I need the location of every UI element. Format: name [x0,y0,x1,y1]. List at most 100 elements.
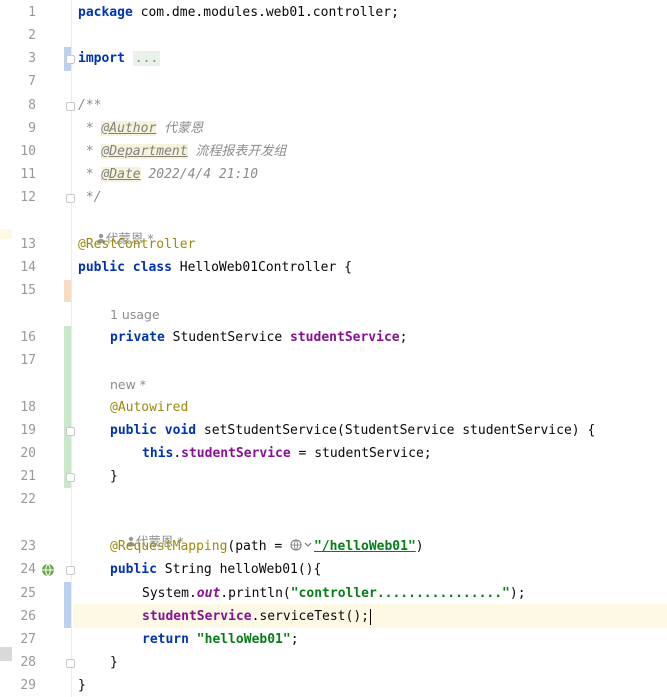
line-number: 22 [20,492,36,507]
doc-tag: @Date [101,167,141,182]
line-number: 27 [20,632,36,647]
code-line[interactable]: System.out.println("controller..........… [142,583,667,605]
punctuation: ); [509,586,526,601]
package-name: com.dme.modules.web01.controller; [132,5,399,20]
fold-icon[interactable] [66,55,75,64]
code-line[interactable]: /** [78,95,667,117]
keyword: private [110,330,165,345]
method-call: .println( [220,586,291,601]
code-line[interactable]: public String helloWeb01(){ [110,559,667,581]
class-ref: System. [142,586,197,601]
annotation: @RestController [78,237,196,252]
line-number: 15 [20,283,36,298]
keyword: public [78,260,125,275]
line-number: 7 [28,74,36,89]
type-name: StudentService [164,330,291,345]
code-editor[interactable]: 1 2 3 7 8 9 10 11 12 13 14 15 16 17 18 1… [0,0,667,697]
vcs-modified-marker[interactable] [64,582,71,628]
string-literal[interactable]: "/helloWeb01" [314,539,416,554]
line-number: 11 [20,167,36,182]
brace: } [78,678,86,693]
line-number: 12 [20,190,36,205]
code-line[interactable]: @RestController [78,234,667,256]
string-literal: "helloWeb01" [188,632,291,647]
method-signature: setStudentService(StudentService student… [196,423,596,438]
text-cursor [369,608,371,625]
code-line[interactable]: import ... [78,48,667,70]
line-number: 23 [20,539,36,554]
punctuation: ; [290,632,299,647]
edge-marker [0,647,12,661]
fold-icon[interactable] [66,659,75,668]
line-number: 18 [20,400,36,415]
line-number: 13 [20,237,36,252]
keyword: class [124,260,172,275]
code-line[interactable]: private StudentService studentService; [110,327,667,349]
code-line[interactable]: * @Author 代蒙恩 [78,118,667,140]
code-line[interactable]: studentService.serviceTest(); [142,606,667,628]
fold-icon[interactable] [66,194,75,203]
method-call: .serviceTest(); [251,609,369,624]
doc-tag: @Department [101,144,188,159]
doc-comment: * [78,167,102,182]
line-number: 8 [28,98,36,113]
keyword: public [110,423,157,438]
globe-dropdown-icon[interactable] [290,539,314,551]
line-number: 10 [20,144,36,159]
line-number: 19 [20,423,36,438]
code-line[interactable]: package com.dme.modules.web01.controller… [78,2,667,24]
line-number: 2 [28,28,36,43]
line-number: 9 [28,121,36,136]
code-line[interactable]: return "helloWeb01"; [142,629,667,651]
doc-comment: 流程报表开发组 [187,144,287,159]
method-signature: String helloWeb01(){ [156,562,322,577]
keyword: return [142,632,189,647]
line-number: 29 [20,678,36,693]
code-line[interactable]: @RequestMapping(path = "/helloWeb01") [110,536,667,558]
code-line[interactable]: @Autowired [110,397,667,419]
field-name: studentService [290,330,400,345]
folded-imports[interactable]: ... [132,51,161,66]
code-line[interactable]: public void setStudentService(StudentSer… [110,420,667,442]
code-line[interactable]: this.studentService = studentService; [142,443,667,465]
usage-hint[interactable]: 1 usage [110,306,160,324]
code-line[interactable]: */ [78,187,667,209]
web-endpoint-icon[interactable] [41,563,55,577]
vcs-modified-marker[interactable] [64,280,71,302]
code-line[interactable]: } [78,675,667,697]
doc-tag: @Author [101,121,157,136]
line-number: 17 [20,353,36,368]
annotation: @RequestMapping [110,539,228,554]
doc-comment: */ [78,190,102,205]
fold-icon[interactable] [66,473,75,482]
line-number: 24 [20,562,36,577]
code-line[interactable]: } [110,466,667,488]
keyword: public [110,562,157,577]
new-hint[interactable]: new * [110,376,146,394]
keyword: package [78,5,133,20]
doc-comment: 代蒙恩 [156,121,204,136]
line-gutter[interactable]: 1 2 3 7 8 9 10 11 12 13 14 15 16 17 18 1… [0,0,75,697]
keyword: void [156,423,197,438]
line-number: 3 [28,51,36,66]
line-number: 16 [20,330,36,345]
code-line[interactable]: * @Department 流程报表开发组 [78,141,667,163]
vcs-added-marker[interactable] [64,326,71,488]
punctuation: . [173,446,182,461]
doc-comment: * [78,121,102,136]
brace: } [110,469,118,484]
code-line[interactable]: } [110,652,667,674]
code-line[interactable]: * @Date 2022/4/4 21:10 [78,164,667,186]
fold-icon[interactable] [66,427,75,436]
doc-comment: 2022/4/4 21:10 [140,167,259,182]
line-number: 14 [20,260,36,275]
punctuation: ; [399,330,408,345]
annotation: @Autowired [110,400,189,415]
doc-comment: /** [78,98,102,113]
fold-icon[interactable] [66,566,75,575]
keyword: import [78,51,125,66]
class-name: HelloWeb01Controller { [171,260,352,275]
code-line[interactable]: public class HelloWeb01Controller { [78,257,667,279]
fold-icon[interactable] [66,102,75,111]
line-number: 20 [20,446,36,461]
